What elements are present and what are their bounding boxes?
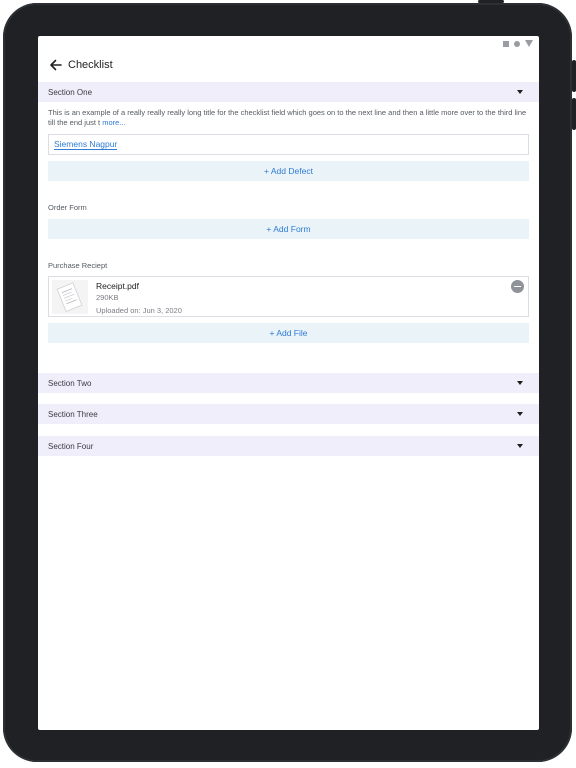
section-header-four[interactable]: Section Four — [38, 436, 539, 456]
file-attachment-card[interactable]: Receipt.pdf 290KB Uploaded on: Jun 3, 20… — [48, 276, 529, 317]
caret-down-icon — [517, 90, 523, 94]
more-link[interactable]: more... — [102, 118, 125, 127]
section-title: Section Four — [48, 441, 94, 451]
caret-down-icon — [517, 412, 523, 416]
status-bar — [503, 40, 533, 47]
triangle-status-icon — [525, 40, 533, 47]
caret-down-icon — [517, 444, 523, 448]
section-header-three[interactable]: Section Three — [38, 404, 539, 424]
power-button — [572, 60, 576, 92]
circle-status-icon — [514, 40, 520, 47]
page-title: Checklist — [68, 59, 113, 71]
file-size: 290KB — [96, 293, 119, 302]
checklist-field-title: This is an example of a really really re… — [48, 108, 530, 128]
add-file-button[interactable]: + Add File — [48, 323, 529, 343]
receipt-thumbnail — [52, 280, 88, 314]
section-title: Section Two — [48, 378, 92, 388]
field-value-link[interactable]: Siemens Nagpur — [54, 139, 118, 150]
top-button — [478, 0, 504, 3]
volume-button — [572, 98, 576, 130]
section-title: Section Three — [48, 409, 98, 419]
add-form-button[interactable]: + Add Form — [48, 219, 529, 239]
app-screen: Checklist Section One This is an example… — [38, 36, 539, 730]
minus-circle-icon[interactable] — [511, 280, 524, 293]
square-status-icon — [503, 40, 509, 47]
arrow-left-icon[interactable] — [48, 58, 62, 72]
add-defect-button[interactable]: + Add Defect — [48, 161, 529, 181]
checklist-value-field[interactable]: Siemens Nagpur — [48, 134, 529, 155]
section-title: Section One — [48, 87, 93, 97]
caret-down-icon — [517, 381, 523, 385]
app-header: Checklist — [48, 56, 113, 74]
file-upload-date: Uploaded on: Jun 3, 2020 — [96, 306, 182, 315]
order-form-label: Order Form — [48, 203, 87, 212]
purchase-receipt-label: Purchase Reciept — [48, 261, 108, 270]
file-name: Receipt.pdf — [96, 281, 139, 291]
section-header-one[interactable]: Section One — [38, 82, 539, 102]
section-header-two[interactable]: Section Two — [38, 373, 539, 393]
